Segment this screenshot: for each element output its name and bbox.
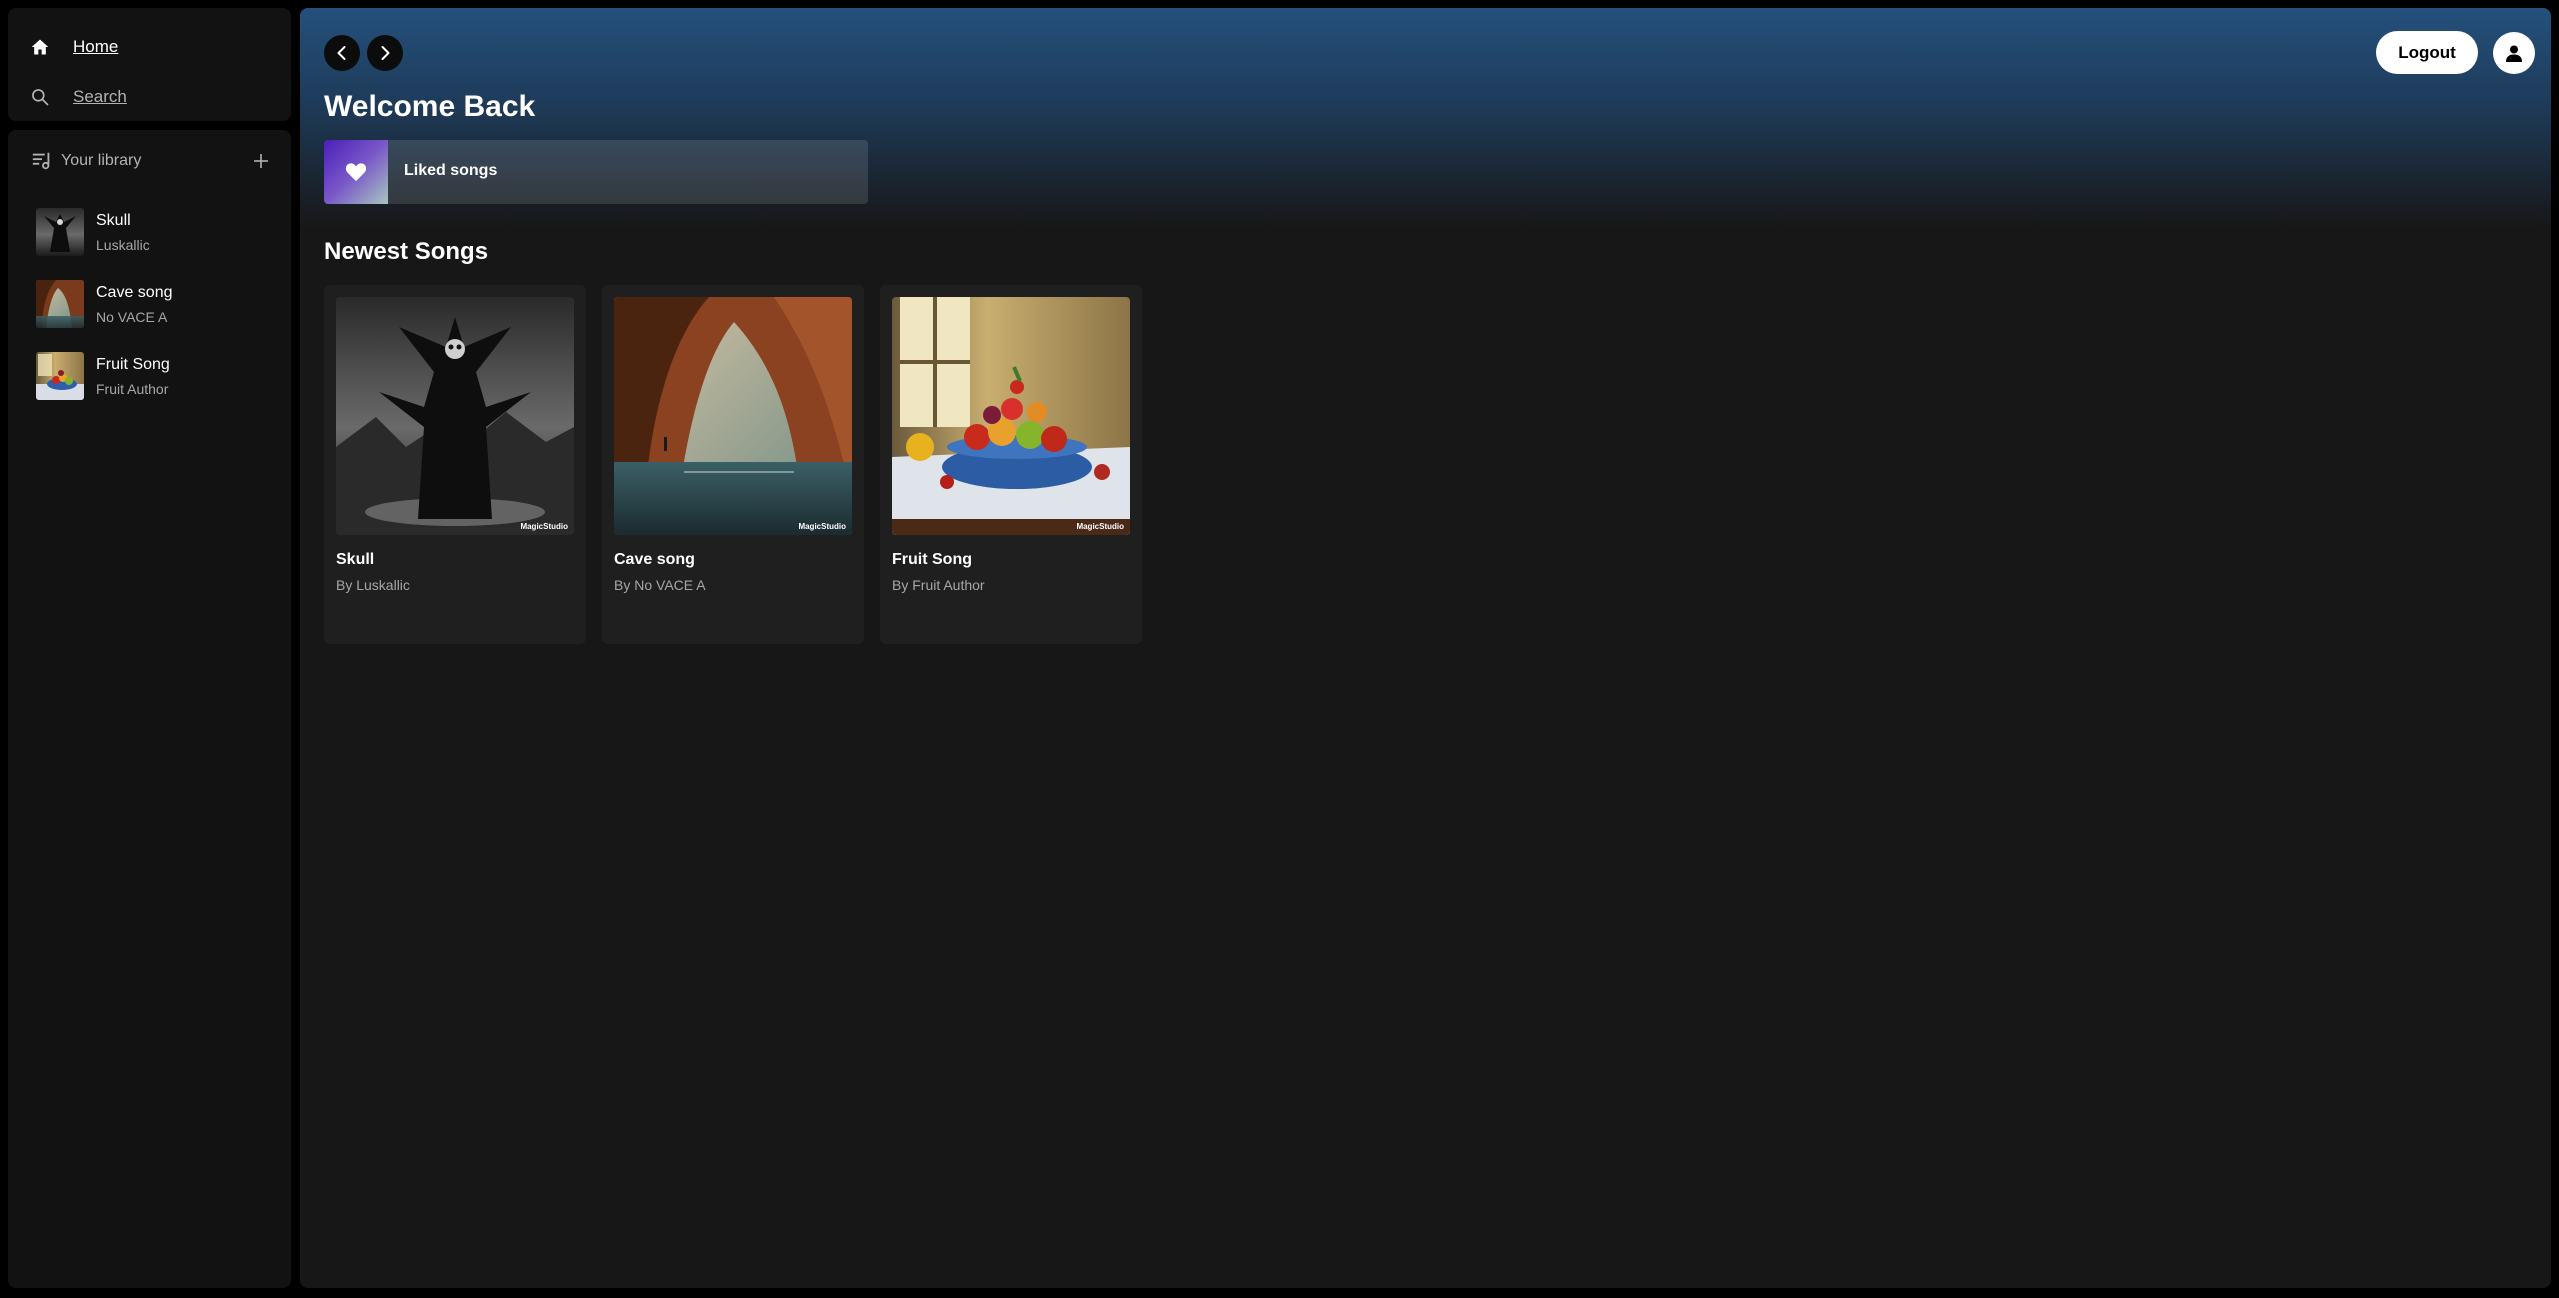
chevron-right-icon [381,46,390,60]
library-icon[interactable] [30,149,54,173]
user-menu-button[interactable] [2493,32,2535,74]
chevron-left-icon [337,46,346,60]
nav-search-label[interactable]: Search [73,87,127,107]
cover-watermark: MagicStudio [798,522,846,531]
library-item-name: Fruit Song [96,356,170,373]
library-list: Skull Luskallic Cave song No VACE A Frui… [28,208,281,424]
library-item-artist: Luskallic [96,237,150,253]
song-cover-art: MagicStudio [892,297,1130,535]
song-card-byline: By Luskallic [336,577,410,593]
library-item-name: Skull [96,212,131,229]
skull-thumbnail [36,208,84,256]
song-cover-art: MagicStudio [614,297,852,535]
fruit-thumbnail [36,352,84,400]
nav-home-label[interactable]: Home [73,37,118,57]
back-button[interactable] [324,35,360,71]
cover-watermark: MagicStudio [520,522,568,531]
app-root: Home Search Your library Skull Luskallic… [0,0,2559,1298]
song-card-title: Skull [336,551,375,568]
library-item-artist: Fruit Author [96,381,169,397]
song-cover-art: MagicStudio [336,297,574,535]
library-item[interactable]: Fruit Song Fruit Author [28,352,281,424]
library-item-artist: No VACE A [96,309,168,325]
song-card-byline: By Fruit Author [892,577,985,593]
cover-watermark: MagicStudio [1076,522,1124,531]
library-title[interactable]: Your library [61,152,141,170]
song-card[interactable]: MagicStudio Cave song By No VACE A [602,285,864,644]
forward-button[interactable] [367,35,403,71]
liked-songs-label: Liked songs [404,162,498,179]
home-icon [28,35,52,59]
search-icon [28,85,52,109]
song-card[interactable]: MagicStudio Fruit Song By Fruit Author [880,285,1142,644]
liked-songs-card[interactable]: Liked songs [324,140,868,204]
user-icon [2506,45,2522,62]
song-card-byline: By No VACE A [614,577,706,593]
nav-search[interactable]: Search [28,85,127,109]
cave-thumbnail [36,280,84,328]
sidebar-nav: Home Search [8,8,291,121]
nav-home[interactable]: Home [28,35,118,59]
plus-icon [254,154,268,168]
library-panel: Your library Skull Luskallic Cave song N… [8,130,291,1288]
page-title: Welcome Back [324,90,536,123]
library-header: Your library [30,146,273,176]
heart-icon [345,163,367,182]
main-content: Logout Welcome Back Liked songs Newest S… [300,8,2551,1288]
library-item[interactable]: Cave song No VACE A [28,280,281,352]
section-title-newest: Newest Songs [324,238,489,265]
liked-songs-thumbnail [324,140,388,204]
add-playlist-button[interactable] [249,149,273,173]
song-card-title: Fruit Song [892,551,972,568]
logout-button[interactable]: Logout [2376,31,2478,74]
song-card[interactable]: MagicStudio Skull By Luskallic [324,285,586,644]
song-card-title: Cave song [614,551,695,568]
library-item-name: Cave song [96,284,173,301]
library-item[interactable]: Skull Luskallic [28,208,281,280]
